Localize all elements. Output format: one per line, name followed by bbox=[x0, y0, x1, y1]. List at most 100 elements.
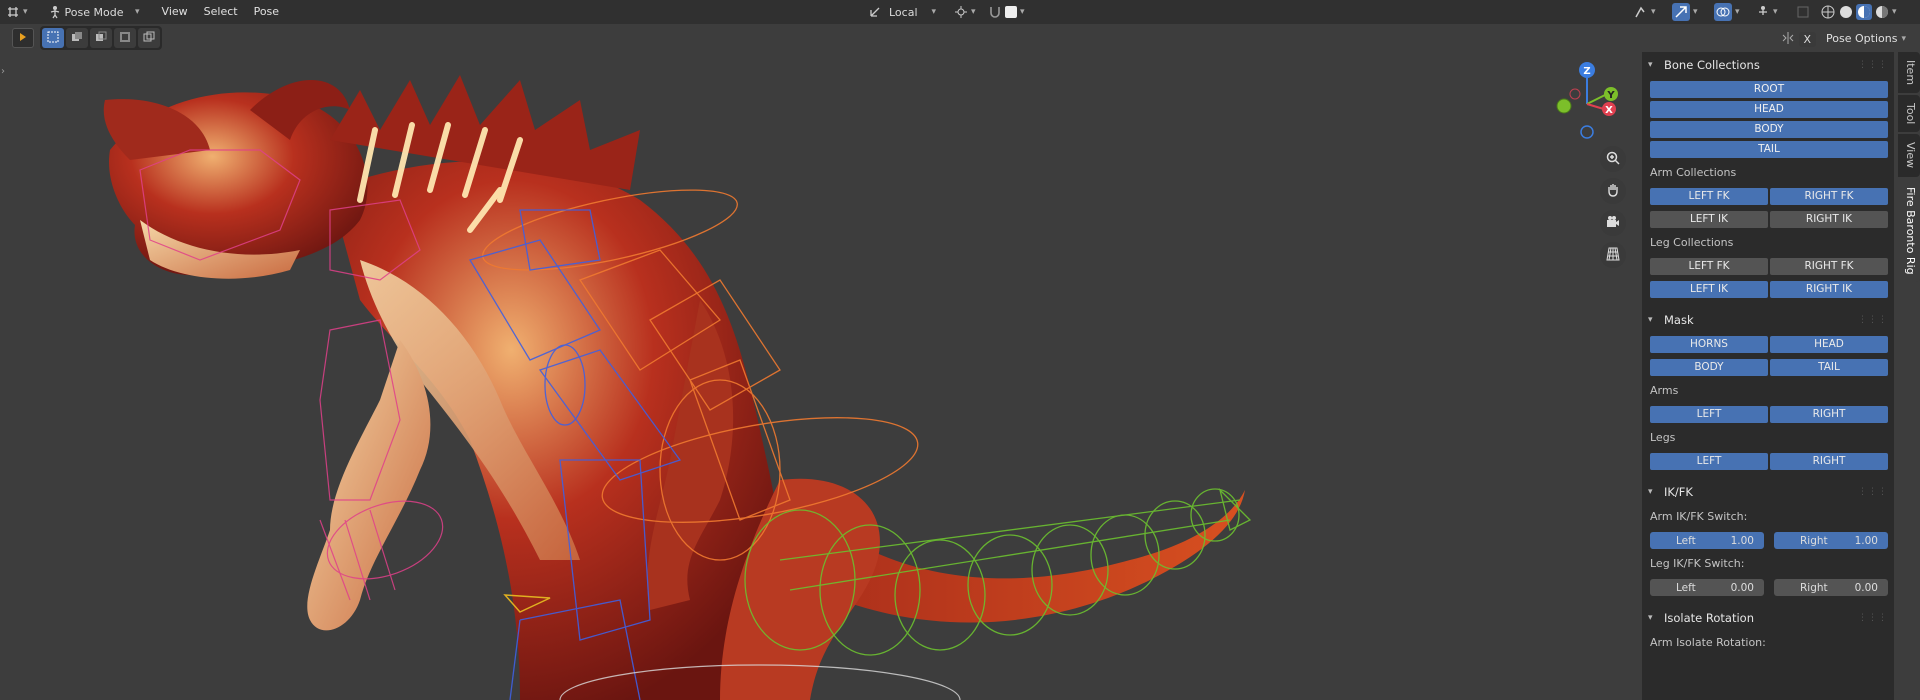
shading-solid-icon[interactable] bbox=[1838, 4, 1854, 20]
transform-orientation-dropdown[interactable]: Local ▾ bbox=[862, 2, 942, 22]
arm-right-fk-button[interactable]: RIGHT FK bbox=[1770, 188, 1888, 205]
mask-arm-left-button[interactable]: LEFT bbox=[1650, 406, 1768, 423]
tab-fire-baronto-rig[interactable]: Fire Baronto Rig bbox=[1898, 178, 1920, 283]
chevron-down-icon: ▾ bbox=[931, 7, 936, 17]
pose-options-label: Pose Options bbox=[1826, 32, 1898, 45]
gizmo-icon bbox=[1672, 3, 1690, 21]
chevron-down-icon: ▾ bbox=[23, 7, 28, 17]
shading-modes: ▾ bbox=[1814, 2, 1903, 22]
select-subtract-button[interactable] bbox=[90, 28, 112, 48]
editor-type-button[interactable]: ▾ bbox=[0, 2, 34, 22]
gizmo-toggle[interactable]: ▾ bbox=[1666, 2, 1704, 22]
zoom-icon bbox=[1605, 150, 1621, 169]
arm-left-ik-button[interactable]: LEFT IK bbox=[1650, 211, 1768, 228]
section-isolate-rotation[interactable]: ▾ Isolate Rotation ⋮⋮⋮ bbox=[1648, 605, 1888, 631]
tab-tool[interactable]: Tool bbox=[1898, 95, 1920, 133]
overlay-toggle[interactable]: ▾ bbox=[1708, 2, 1746, 22]
slider-value: 1.00 bbox=[1854, 534, 1878, 547]
select-new-button[interactable] bbox=[42, 28, 64, 48]
arm-left-ikfk-slider[interactable]: Left 1.00 bbox=[1650, 532, 1764, 549]
slider-label: Right bbox=[1800, 581, 1828, 594]
proportional-icon bbox=[1005, 6, 1017, 18]
snap-toggle[interactable]: ▾ bbox=[982, 2, 1031, 22]
drag-handle-icon[interactable]: ⋮⋮⋮ bbox=[1858, 315, 1888, 325]
leg-right-ik-button[interactable]: RIGHT IK bbox=[1770, 281, 1888, 298]
drag-handle-icon[interactable]: ⋮⋮⋮ bbox=[1858, 487, 1888, 497]
orientation-icon bbox=[868, 5, 882, 19]
leg-right-fk-button[interactable]: RIGHT FK bbox=[1770, 258, 1888, 275]
arm-right-ikfk-slider[interactable]: Right 1.00 bbox=[1774, 532, 1888, 549]
shading-wire-icon[interactable] bbox=[1820, 4, 1836, 20]
tail-collection-button[interactable]: TAIL bbox=[1650, 141, 1888, 158]
snap-icon bbox=[988, 5, 1002, 19]
tool-settings-row bbox=[0, 24, 162, 52]
select-intersect-button[interactable] bbox=[138, 28, 160, 48]
mask-body-button[interactable]: BODY bbox=[1650, 359, 1768, 376]
shading-material-icon[interactable] bbox=[1856, 4, 1872, 20]
menu-select[interactable]: Select bbox=[196, 2, 246, 22]
chevron-down-icon: ▾ bbox=[1648, 60, 1653, 70]
arm-isolate-label: Arm Isolate Rotation: bbox=[1650, 636, 1766, 649]
section-mask[interactable]: ▾ Mask ⋮⋮⋮ bbox=[1648, 307, 1888, 333]
tab-item[interactable]: Item bbox=[1898, 52, 1920, 94]
drag-handle-icon[interactable]: ⋮⋮⋮ bbox=[1858, 60, 1888, 70]
menu-pose[interactable]: Pose bbox=[246, 2, 287, 22]
shading-rendered-icon[interactable] bbox=[1874, 4, 1890, 20]
navigation-gizmo[interactable]: Z Y X bbox=[1555, 60, 1625, 140]
zoom-button[interactable] bbox=[1600, 146, 1626, 172]
bone-visibility-toggle[interactable]: ▾ bbox=[1750, 2, 1784, 22]
mask-leg-right-button[interactable]: RIGHT bbox=[1770, 453, 1888, 470]
leg-left-fk-button[interactable]: LEFT FK bbox=[1650, 258, 1768, 275]
section-title: Mask bbox=[1664, 313, 1694, 327]
pose-options-dropdown[interactable]: Pose Options ▾ bbox=[1820, 29, 1912, 49]
arm-right-ik-button[interactable]: RIGHT IK bbox=[1770, 211, 1888, 228]
chevron-down-icon: ▾ bbox=[971, 7, 976, 17]
chevron-down-icon: ▾ bbox=[1651, 7, 1656, 17]
viewport-header: ▾ Pose Mode ▾ View Select Pose Local ▾ ▾… bbox=[0, 0, 1920, 24]
leg-right-ikfk-slider[interactable]: Right 0.00 bbox=[1774, 579, 1888, 596]
menu-view[interactable]: View bbox=[154, 2, 196, 22]
left-arm bbox=[307, 340, 431, 631]
select-invert-button[interactable] bbox=[114, 28, 136, 48]
editor-type-icon bbox=[6, 5, 20, 19]
mask-arm-right-button[interactable]: RIGHT bbox=[1770, 406, 1888, 423]
camera-view-button[interactable] bbox=[1600, 210, 1626, 236]
leg-left-ikfk-slider[interactable]: Left 0.00 bbox=[1650, 579, 1764, 596]
section-bone-collections[interactable]: ▾ Bone Collections ⋮⋮⋮ bbox=[1648, 52, 1888, 78]
mask-leg-left-button[interactable]: LEFT bbox=[1650, 453, 1768, 470]
slider-value: 0.00 bbox=[1730, 581, 1754, 594]
select-tool-button[interactable] bbox=[12, 28, 34, 48]
slider-label: Right bbox=[1800, 534, 1828, 547]
arm-left-fk-button[interactable]: LEFT FK bbox=[1650, 188, 1768, 205]
mask-horns-button[interactable]: HORNS bbox=[1650, 336, 1768, 353]
select-extend-button[interactable] bbox=[66, 28, 88, 48]
mirror-icon bbox=[1781, 31, 1795, 48]
visibility-icon bbox=[1634, 5, 1648, 19]
xray-toggle[interactable] bbox=[1790, 2, 1816, 22]
body-collection-button[interactable]: BODY bbox=[1650, 121, 1888, 138]
camera-icon bbox=[1605, 214, 1621, 233]
root-collection-button[interactable]: ROOT bbox=[1650, 81, 1888, 98]
mirror-x-toggle[interactable]: X bbox=[1798, 31, 1817, 47]
3d-viewport[interactable] bbox=[0, 0, 1920, 700]
mask-head-button[interactable]: HEAD bbox=[1770, 336, 1888, 353]
mask-legs-label: Legs bbox=[1650, 431, 1676, 444]
chevron-down-icon: ▾ bbox=[1020, 7, 1025, 17]
head-collection-button[interactable]: HEAD bbox=[1650, 101, 1888, 118]
chevron-down-icon: ▾ bbox=[1735, 7, 1740, 17]
drag-handle-icon[interactable]: ⋮⋮⋮ bbox=[1858, 613, 1888, 623]
perspective-toggle-button[interactable] bbox=[1600, 242, 1626, 268]
pan-button[interactable] bbox=[1600, 178, 1626, 204]
pivot-point-dropdown[interactable]: ▾ bbox=[948, 2, 982, 22]
mask-tail-button[interactable]: TAIL bbox=[1770, 359, 1888, 376]
mode-selector[interactable]: Pose Mode ▾ bbox=[42, 2, 146, 22]
chevron-down-icon: ▾ bbox=[1693, 7, 1698, 17]
leg-left-ik-button[interactable]: LEFT IK bbox=[1650, 281, 1768, 298]
pivot-icon bbox=[954, 5, 968, 19]
chevron-down-icon[interactable]: ▾ bbox=[1892, 7, 1897, 17]
section-ikfk[interactable]: ▾ IK/FK ⋮⋮⋮ bbox=[1648, 479, 1888, 505]
toolbar-expand-arrow[interactable]: › bbox=[1, 66, 5, 77]
visibility-dropdown[interactable]: ▾ bbox=[1628, 2, 1662, 22]
tool-options-row: X Pose Options ▾ bbox=[1781, 28, 1920, 50]
tab-view[interactable]: View bbox=[1898, 134, 1920, 177]
